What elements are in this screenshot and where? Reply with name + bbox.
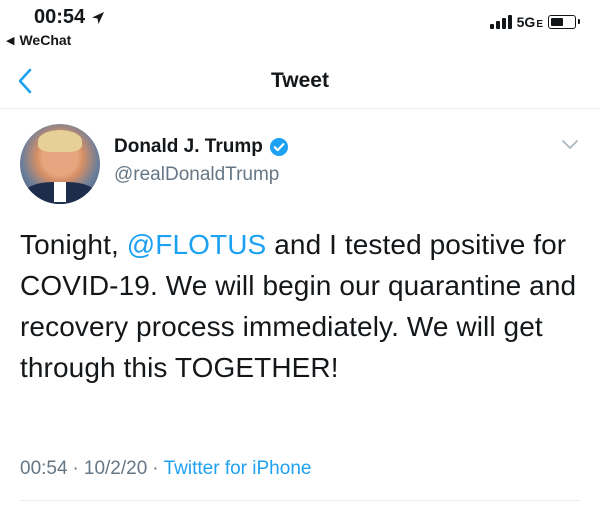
nav-bar: Tweet [0, 56, 600, 109]
tweet-text: Tonight, @FLOTUS and I tested positive f… [20, 224, 585, 388]
page-title: Tweet [271, 69, 329, 92]
clock: 00:54 [34, 6, 86, 28]
back-triangle-icon: ◀ [6, 34, 15, 47]
tweet-text-part: Tonight, [20, 229, 127, 260]
battery-icon [548, 15, 580, 29]
status-bar: 00:54 ◀ WeChat 5GE [0, 0, 600, 56]
tweet-date: 10/2/20 [83, 458, 148, 479]
tweet-meta: 00:54 · 10/2/20 · Twitter for iPhone [20, 458, 311, 480]
back-app-label: WeChat [19, 32, 72, 48]
back-to-app-link[interactable]: ◀ WeChat [6, 32, 71, 48]
author-display-name: Donald J. Trump [114, 136, 263, 157]
network-type: 5GE [516, 14, 543, 30]
caret-down-icon[interactable] [562, 140, 578, 150]
tweet-header: Donald J. Trump @realDonaldTrump [0, 118, 600, 204]
verified-badge-icon [269, 138, 288, 156]
author-handle[interactable]: @realDonaldTrump [114, 164, 279, 186]
meta-separator: · [72, 458, 79, 479]
divider [20, 500, 580, 501]
status-time: 00:54 [34, 6, 105, 29]
tweet-time: 00:54 [20, 458, 68, 479]
location-arrow-icon [92, 11, 105, 24]
status-indicators: 5GE [489, 14, 580, 30]
signal-icon [489, 15, 512, 29]
meta-separator: · [152, 458, 159, 479]
author-name-row[interactable]: Donald J. Trump [114, 136, 289, 158]
mention-link[interactable]: @FLOTUS [127, 229, 267, 260]
avatar[interactable] [20, 124, 100, 204]
tweet-source-link[interactable]: Twitter for iPhone [164, 458, 312, 480]
